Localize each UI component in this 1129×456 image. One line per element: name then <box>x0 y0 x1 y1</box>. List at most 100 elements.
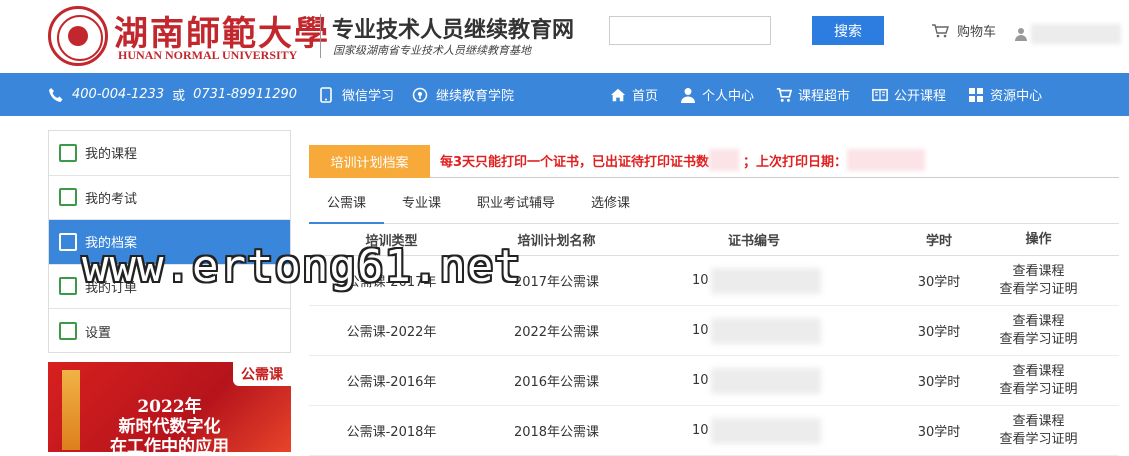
sidebar-item-my-exams[interactable]: 我的考试 <box>49 176 290 220</box>
cell-cert-number: 10 <box>639 417 869 444</box>
view-certificate-link[interactable]: 查看学习证明 <box>966 281 1111 299</box>
user-menu[interactable] <box>1015 24 1121 44</box>
username-redacted <box>1031 24 1121 44</box>
notice-text-2: ；上次打印日期： <box>743 154 848 170</box>
sidebar-item-my-courses[interactable]: 我的课程 <box>49 131 290 176</box>
last-print-date-redacted <box>847 149 926 171</box>
nav-open-courses-label: 公开课程 <box>894 89 947 104</box>
cell-actions: 查看课程 查看学习证明 <box>966 263 1111 299</box>
cell-plan-name: 2018年公需课 <box>513 425 600 440</box>
cert-number-redacted <box>710 267 821 294</box>
cert-number-redacted <box>710 417 821 444</box>
mobile-icon <box>320 86 332 103</box>
list-icon <box>59 277 77 296</box>
table-row: 公需课-2016年 2016年公需课 10 30学时 查看课程 查看学习证明 <box>309 356 1119 406</box>
site-name: 专业技术人员继续教育网 <box>332 17 575 43</box>
cert-prefix: 10 <box>692 373 709 388</box>
banner-title-line3: 在工作中的应用 <box>110 437 229 452</box>
tab-exam-coaching[interactable]: 职业考试辅导 <box>459 190 573 224</box>
hotline-phone-2: 0731-89911290 <box>193 87 298 102</box>
nav-course-market-label: 课程超市 <box>798 89 851 104</box>
exam-paper-icon <box>59 188 77 207</box>
nav-personal-center[interactable]: 个人中心 <box>680 85 754 104</box>
cell-actions: 查看课程 查看学习证明 <box>966 363 1111 399</box>
watermark-text: www.ertong61.net <box>82 241 522 292</box>
pending-count-redacted <box>709 149 740 171</box>
person-icon <box>681 87 696 103</box>
phone-icon <box>49 87 63 102</box>
search-button[interactable]: 搜索 <box>812 16 884 45</box>
main-nav: 400-004-1233 或 0731-89911290 微信学习 继续教育学院… <box>0 73 1129 116</box>
table-row: 公需课-2022年 2022年公需课 10 30学时 查看课程 查看学习证明 <box>309 306 1119 356</box>
nav-home[interactable]: 首页 <box>610 85 658 104</box>
cell-cert-number: 10 <box>639 317 869 344</box>
cert-prefix: 10 <box>692 323 709 338</box>
nav-home-label: 首页 <box>632 89 659 104</box>
site-logo[interactable]: 湖南師範大學 HUNAN NORMAL UNIVERSITY 专业技术人员继续教… <box>48 6 574 68</box>
sidebar-item-settings[interactable]: 设置 <box>49 309 290 354</box>
banner-tag: 公需课 <box>233 362 291 386</box>
logo-divider <box>320 14 321 58</box>
cell-training-type: 公需课-2016年 <box>346 375 437 390</box>
cell-training-type: 公需课-2022年 <box>346 325 437 340</box>
edit-icon <box>59 232 77 251</box>
cert-prefix: 10 <box>692 423 709 438</box>
view-certificate-link[interactable]: 查看学习证明 <box>966 431 1111 449</box>
col-actions: 操作 <box>1025 231 1052 247</box>
cell-cert-number: 10 <box>639 267 869 294</box>
nav-resource-center-label: 资源中心 <box>990 89 1043 104</box>
search-input[interactable] <box>609 16 771 45</box>
nav-secondary: 微信学习 继续教育学院 <box>318 73 514 116</box>
cart-icon <box>776 87 793 102</box>
main-content: 培训计划档案 每3天只能打印一个证书，已出证待打印证书数 ；上次打印日期： 公需… <box>309 145 1119 456</box>
cell-plan-name: 2016年公需课 <box>513 375 600 390</box>
sidebar-item-label: 我的考试 <box>85 191 138 207</box>
promo-banner[interactable]: 公需课 2022年 新时代数字化 在工作中的应用 <box>48 362 291 452</box>
grid-icon <box>969 87 984 102</box>
nav-primary: 首页 个人中心 课程超市 公开课程 资源中心 <box>610 73 1042 116</box>
nav-open-courses[interactable]: 公开课程 <box>872 85 946 104</box>
cell-hours: 30学时 <box>917 275 961 290</box>
col-hours: 学时 <box>925 234 952 249</box>
archive-tab[interactable]: 培训计划档案 <box>309 145 430 178</box>
top-header: 湖南師範大學 HUNAN NORMAL UNIVERSITY 专业技术人员继续教… <box>0 0 1129 73</box>
tab-public-course[interactable]: 公需课 <box>309 190 385 224</box>
sidebar-item-label: 设置 <box>85 325 112 341</box>
nav-personal-center-label: 个人中心 <box>702 89 755 104</box>
course-type-tabs: 公需课 专业课 职业考试辅导 选修课 <box>309 190 1119 224</box>
table-row: 公需课-2018年 2018年公需课 10 30学时 查看课程 查看学习证明 <box>309 406 1119 456</box>
settings-book-icon <box>59 322 77 341</box>
home-icon <box>610 88 626 101</box>
university-seal-icon <box>48 6 108 66</box>
view-certificate-link[interactable]: 查看学习证明 <box>966 331 1111 349</box>
cell-plan-name: 2022年公需课 <box>513 325 600 340</box>
cert-prefix: 10 <box>692 273 709 288</box>
cell-actions: 查看课程 查看学习证明 <box>966 413 1111 449</box>
col-cert-number: 证书编号 <box>727 234 780 249</box>
view-course-link[interactable]: 查看课程 <box>966 263 1111 281</box>
tab-elective-course[interactable]: 选修课 <box>573 190 648 224</box>
cell-hours: 30学时 <box>917 425 961 440</box>
cart-label: 购物车 <box>957 25 997 40</box>
hotline-phone-1: 400-004-1233 <box>72 87 165 102</box>
notice-text-1: 每3天只能打印一个证书，已出证待打印证书数 <box>440 154 710 170</box>
sidebar-item-label: 我的课程 <box>85 147 138 163</box>
cart-link[interactable]: 购物车 <box>931 21 996 40</box>
view-certificate-link[interactable]: 查看学习证明 <box>966 381 1111 399</box>
nav-resource-center[interactable]: 资源中心 <box>968 85 1042 104</box>
cert-number-redacted <box>710 317 821 344</box>
open-book-icon <box>59 143 77 162</box>
cell-hours: 30学时 <box>917 325 961 340</box>
university-name-en: HUNAN NORMAL UNIVERSITY <box>118 48 298 62</box>
cell-actions: 查看课程 查看学习证明 <box>966 313 1111 349</box>
view-course-link[interactable]: 查看课程 <box>966 413 1111 431</box>
nav-course-market[interactable]: 课程超市 <box>776 85 850 104</box>
cell-cert-number: 10 <box>639 367 869 394</box>
cell-hours: 30学时 <box>917 375 961 390</box>
nav-continuing-college[interactable]: 继续教育学院 <box>436 85 514 104</box>
tab-professional-course[interactable]: 专业课 <box>384 190 459 224</box>
view-course-link[interactable]: 查看课程 <box>966 313 1111 331</box>
hotline-or: 或 <box>172 89 186 104</box>
view-course-link[interactable]: 查看课程 <box>966 363 1111 381</box>
nav-wechat-study[interactable]: 微信学习 <box>342 85 394 104</box>
